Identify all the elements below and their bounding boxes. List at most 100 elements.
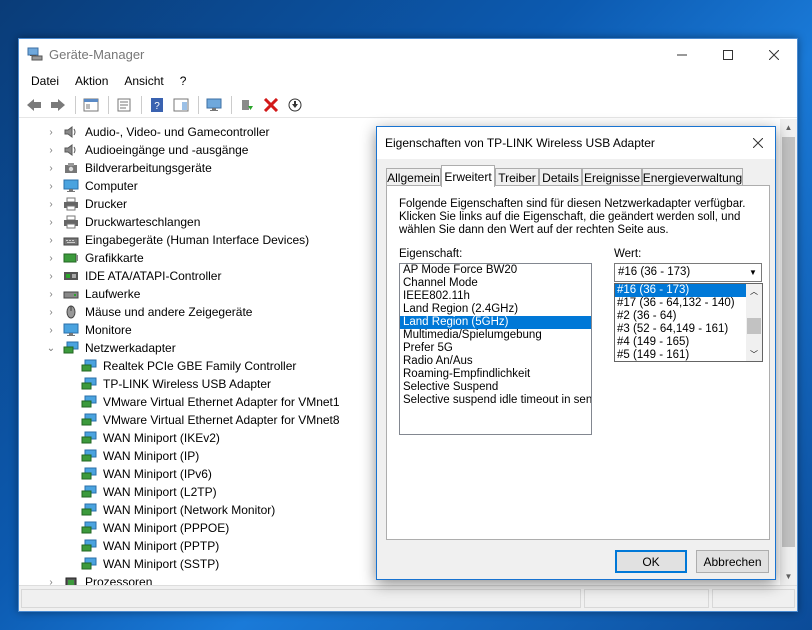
properties-button[interactable] [113,94,135,116]
cancel-button[interactable]: Abbrechen [696,550,769,573]
maximize-button[interactable] [705,39,751,70]
chevron-right-icon[interactable]: › [45,199,57,210]
tree-item[interactable]: › IDE ATA/ATAPI-Controller [45,267,221,285]
tree-item[interactable]: WAN Miniport (SSTP) [63,555,219,573]
property-list-item[interactable]: Selective Suspend [400,381,591,394]
tree-item[interactable]: › Drucker [45,195,127,213]
property-list-item[interactable]: Land Region (2.4GHz) [400,303,591,316]
value-option[interactable]: #5 (149 - 161) [615,349,746,361]
tree-item[interactable]: › Computer [45,177,137,195]
forward-button[interactable] [47,94,69,116]
property-list-item[interactable]: Channel Mode [400,277,591,290]
tree-item[interactable]: › Mäuse und andere Zeigegeräte [45,303,252,321]
chevron-down-icon[interactable]: ﹀ [746,347,762,361]
dialog-close-button[interactable] [747,132,769,154]
property-list-item[interactable]: Multimedia/Spielumgebung [400,329,591,342]
tree-item[interactable]: VMware Virtual Ethernet Adapter for VMne… [63,411,340,429]
chevron-right-icon[interactable]: › [45,181,57,192]
property-list-item[interactable]: Roaming-Empfindlichkeit [400,368,591,381]
tree-item[interactable]: WAN Miniport (L2TP) [63,483,217,501]
network-adapter-icon [63,341,79,354]
tree-item[interactable]: › Bildverarbeitungsgeräte [45,159,211,177]
uninstall-button[interactable] [260,94,282,116]
dropdown-scrollbar[interactable]: ︿ ﹀ [746,284,762,361]
value-option[interactable]: #4 (149 - 165) [615,336,746,349]
tree-item[interactable]: › Audio-, Video- und Gamecontroller [45,123,269,141]
chevron-right-icon[interactable]: › [45,289,57,300]
tree-item[interactable]: › Prozessoren [45,573,152,585]
chevron-right-icon[interactable]: › [45,253,57,264]
tree-item[interactable]: › Grafikkarte [45,249,143,267]
chevron-right-icon[interactable]: › [45,145,57,156]
chevron-right-icon[interactable]: › [45,127,57,138]
tab-details[interactable]: Details [539,168,582,186]
chevron-right-icon[interactable]: › [45,325,57,336]
property-list-item[interactable]: AP Mode Force BW20 [400,264,591,277]
dropdown-scrollbar-thumb[interactable] [747,318,761,334]
property-list-item[interactable]: Prefer 5G [400,342,591,355]
close-button[interactable] [751,39,797,70]
ok-button[interactable]: OK [615,550,687,573]
property-list[interactable]: AP Mode Force BW20 Channel Mode IEEE802.11… [399,263,592,435]
property-list-item[interactable]: Selective suspend idle timeout in senond [400,394,591,407]
value-dropdown-list[interactable]: #16 (36 - 173) #17 (36 - 64,132 - 140) #2 … [614,283,763,362]
value-option[interactable]: #17 (36 - 64,132 - 140) [615,297,746,310]
back-button[interactable] [23,94,45,116]
tab-energieverwaltung[interactable]: Energieverwaltung [642,168,743,186]
tree-item[interactable]: WAN Miniport (Network Monitor) [63,501,275,519]
tab-erweitert[interactable]: Erweitert [441,165,495,187]
tree-item[interactable]: WAN Miniport (IP) [63,447,199,465]
tree-item[interactable]: WAN Miniport (PPPOE) [63,519,229,537]
value-option[interactable]: #16 (36 - 173) [615,284,746,297]
update-driver-button[interactable] [236,94,258,116]
menu-datei[interactable]: Datei [23,74,67,88]
tab-allgemein[interactable]: Allgemein [386,168,441,186]
network-adapter-icon [81,557,97,570]
chevron-down-icon[interactable]: ⌄ [45,343,57,354]
tree-item[interactable]: › Eingabegeräte (Human Interface Devices) [45,231,309,249]
tree-item[interactable]: WAN Miniport (IPv6) [63,465,212,483]
tree-item[interactable]: Realtek PCIe GBE Family Controller [63,357,296,375]
tree-item[interactable]: › Audioeingänge und -ausgänge [45,141,248,159]
tree-scrollbar[interactable]: ▲ ▼ [780,119,797,585]
scroll-down-arrow-icon[interactable]: ▼ [780,568,797,585]
scrollbar-thumb[interactable] [782,137,795,547]
tree-item[interactable]: WAN Miniport (PPTP) [63,537,219,555]
tree-item[interactable]: TP-LINK Wireless USB Adapter [63,375,271,393]
tree-item[interactable]: › Monitore [45,321,131,339]
property-list-item[interactable]: Radio An/Aus [400,355,591,368]
property-list-item[interactable]: Land Region (5GHz) [400,316,591,329]
scan-hardware-button[interactable] [203,94,225,116]
scroll-up-arrow-icon[interactable]: ▲ [780,119,797,136]
chevron-up-icon[interactable]: ︿ [746,284,762,298]
help-button[interactable]: ? [146,94,168,116]
chevron-right-icon[interactable]: › [45,235,57,246]
chevron-right-icon[interactable]: › [45,163,57,174]
value-combobox[interactable]: #16 (36 - 173) ▼ [614,263,762,282]
menu-ansicht[interactable]: Ansicht [116,74,171,88]
value-option[interactable]: #3 (52 - 64,149 - 161) [615,323,746,336]
title-bar[interactable]: Geräte-Manager [19,39,797,70]
download-button[interactable] [284,94,306,116]
chevron-down-icon[interactable]: ▼ [745,264,761,281]
tree-item[interactable]: WAN Miniport (IKEv2) [63,429,220,447]
properties-dialog: Eigenschaften von TP-LINK Wireless USB A… [376,126,776,580]
tab-ereignisse[interactable]: Ereignisse [582,168,642,186]
tree-item[interactable]: › Druckwarteschlangen [45,213,200,231]
show-hide-console-button[interactable] [80,94,102,116]
menu-aktion[interactable]: Aktion [67,74,116,88]
tree-item[interactable]: VMware Virtual Ethernet Adapter for VMne… [63,393,340,411]
chevron-right-icon[interactable]: › [45,307,57,318]
chevron-right-icon[interactable]: › [45,271,57,282]
dialog-title-bar[interactable]: Eigenschaften von TP-LINK Wireless USB A… [377,127,775,159]
action-pane-button[interactable] [170,94,192,116]
tree-item[interactable]: ⌄ Netzwerkadapter [45,339,176,357]
property-list-item[interactable]: IEEE802.11h [400,290,591,303]
value-option[interactable]: #2 (36 - 64) [615,310,746,323]
chevron-right-icon[interactable]: › [45,577,57,586]
tab-treiber[interactable]: Treiber [495,168,539,186]
minimize-button[interactable] [659,39,705,70]
chevron-right-icon[interactable]: › [45,217,57,228]
menu-help[interactable]: ? [172,74,195,88]
tree-item[interactable]: › Laufwerke [45,285,140,303]
